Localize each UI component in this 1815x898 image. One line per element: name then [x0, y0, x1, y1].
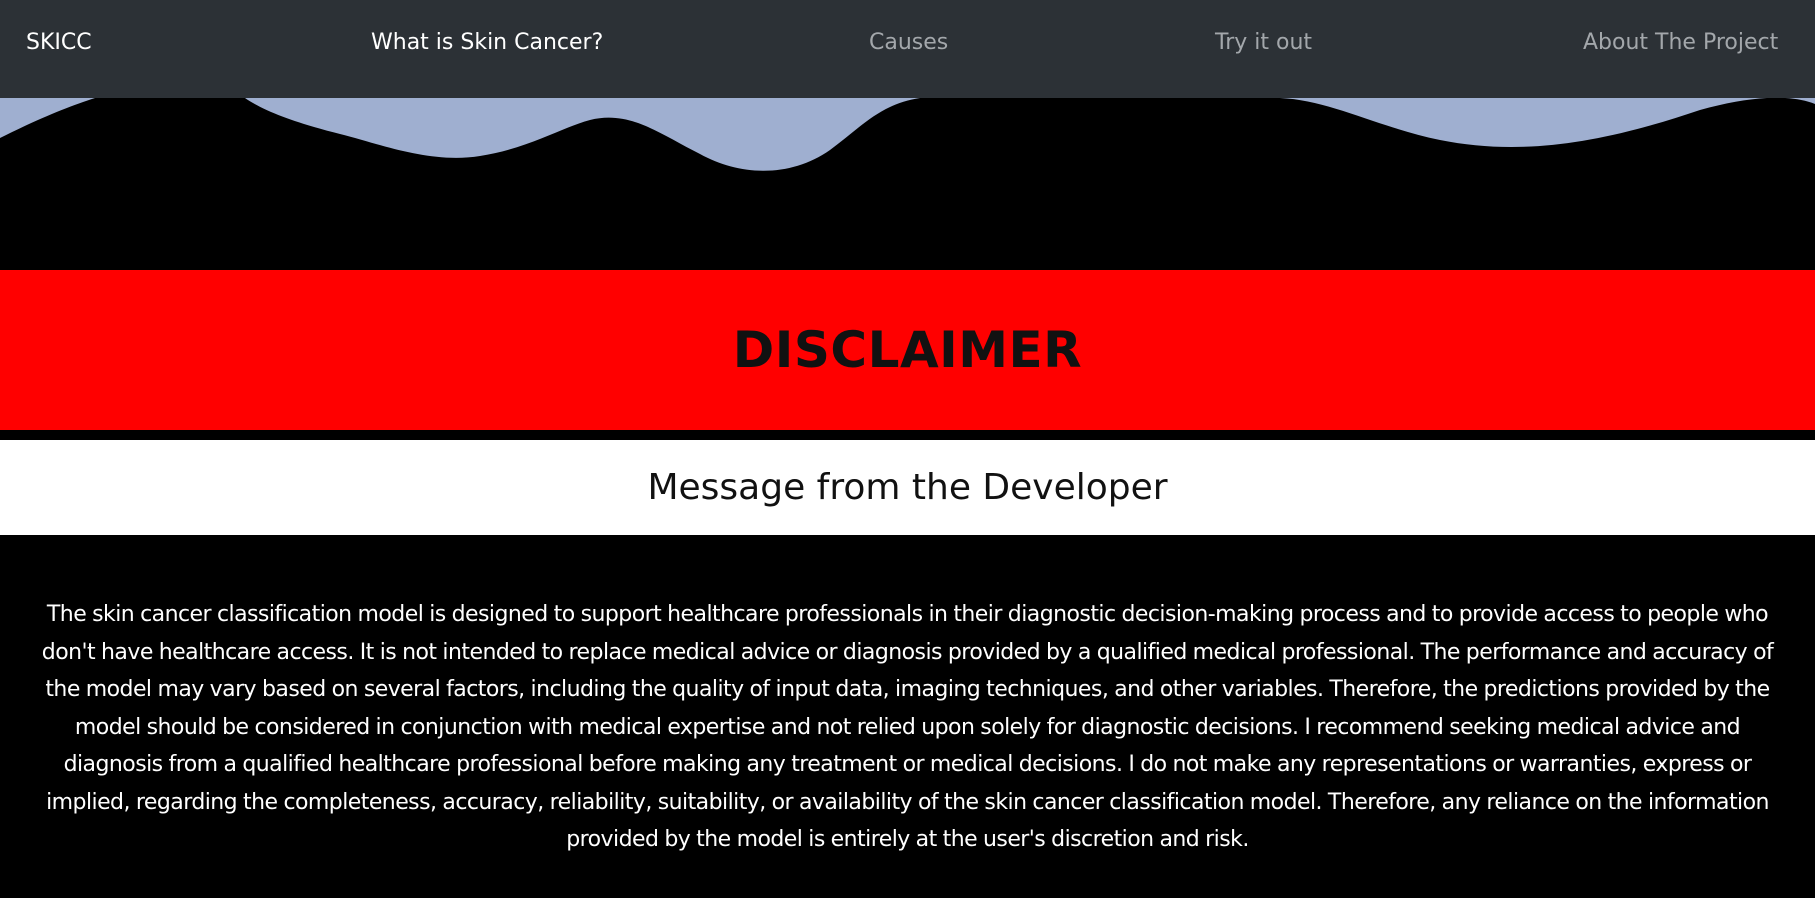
navbar: SKICC What is Skin Cancer? Causes Try it…: [0, 0, 1815, 98]
message-heading: Message from the Developer: [647, 467, 1168, 508]
nav-link-what-is-skin-cancer[interactable]: What is Skin Cancer?: [371, 30, 603, 55]
nav-link-causes[interactable]: Causes: [869, 30, 948, 55]
decorative-wave: [0, 98, 1815, 270]
nav-link-try-it-out[interactable]: Try it out: [1215, 30, 1312, 55]
nav-link-about-the-project[interactable]: About The Project: [1583, 30, 1778, 55]
disclaimer-body-text: The skin cancer classification model is …: [41, 602, 1774, 852]
disclaimer-banner: DISCLAIMER: [0, 270, 1815, 430]
message-header-band: Message from the Developer: [0, 440, 1815, 535]
brand-link[interactable]: SKICC: [26, 30, 92, 55]
disclaimer-heading: DISCLAIMER: [732, 321, 1083, 379]
